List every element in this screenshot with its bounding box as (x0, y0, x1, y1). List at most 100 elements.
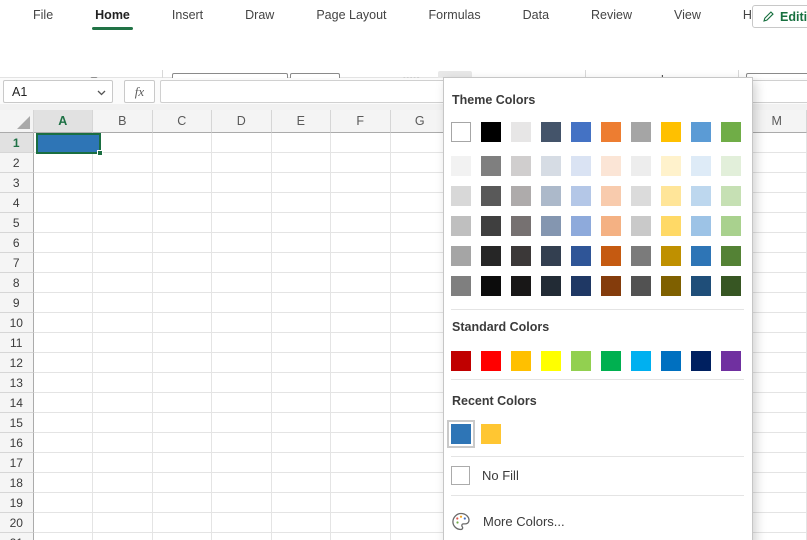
cell-g2[interactable] (391, 153, 451, 173)
cell-b15[interactable] (93, 413, 153, 433)
cell-c5[interactable] (153, 213, 213, 233)
cell-b6[interactable] (93, 233, 153, 253)
cell-d18[interactable] (212, 473, 272, 493)
cell-c9[interactable] (153, 293, 213, 313)
cell-e3[interactable] (272, 173, 332, 193)
cell-f6[interactable] (331, 233, 391, 253)
cell-m14[interactable] (748, 393, 807, 413)
standard-color-swatch[interactable] (721, 351, 741, 371)
cell-b9[interactable] (93, 293, 153, 313)
cell-d4[interactable] (212, 193, 272, 213)
cell-b14[interactable] (93, 393, 153, 413)
theme-tint-swatch[interactable] (721, 156, 741, 176)
theme-tint-swatch[interactable] (451, 156, 471, 176)
cell-b13[interactable] (93, 373, 153, 393)
theme-tint-swatch[interactable] (601, 246, 621, 266)
theme-color-swatch[interactable] (511, 122, 531, 142)
column-header-e[interactable]: E (272, 110, 332, 133)
cell-a10[interactable] (34, 313, 94, 333)
cell-m4[interactable] (748, 193, 807, 213)
theme-color-swatch[interactable] (481, 122, 501, 142)
cell-e15[interactable] (272, 413, 332, 433)
theme-tint-swatch[interactable] (541, 186, 561, 206)
cell-f19[interactable] (331, 493, 391, 513)
theme-tint-swatch[interactable] (571, 156, 591, 176)
cell-g3[interactable] (391, 173, 451, 193)
cell-g15[interactable] (391, 413, 451, 433)
cell-d11[interactable] (212, 333, 272, 353)
theme-tint-swatch[interactable] (661, 216, 681, 236)
cell-b8[interactable] (93, 273, 153, 293)
theme-tint-swatch[interactable] (631, 246, 651, 266)
cell-c6[interactable] (153, 233, 213, 253)
row-header-16[interactable]: 16 (0, 433, 34, 453)
cell-g13[interactable] (391, 373, 451, 393)
menu-tab-view[interactable]: View (653, 0, 722, 30)
fill-handle[interactable] (97, 150, 103, 156)
cell-g19[interactable] (391, 493, 451, 513)
cell-b2[interactable] (93, 153, 153, 173)
row-header-21[interactable]: 21 (0, 533, 34, 540)
editing-mode-button[interactable]: Editing (752, 5, 807, 28)
cell-c18[interactable] (153, 473, 213, 493)
cell-m20[interactable] (748, 513, 807, 533)
cell-m6[interactable] (748, 233, 807, 253)
standard-color-swatch[interactable] (451, 351, 471, 371)
theme-tint-swatch[interactable] (631, 276, 651, 296)
cell-g9[interactable] (391, 293, 451, 313)
cell-f14[interactable] (331, 393, 391, 413)
theme-tint-swatch[interactable] (661, 276, 681, 296)
cell-m17[interactable] (748, 453, 807, 473)
cell-c20[interactable] (153, 513, 213, 533)
column-header-d[interactable]: D (212, 110, 272, 133)
theme-tint-swatch[interactable] (541, 156, 561, 176)
cell-f21[interactable] (331, 533, 391, 540)
cell-g1[interactable] (391, 133, 451, 153)
cell-e8[interactable] (272, 273, 332, 293)
cell-a8[interactable] (34, 273, 94, 293)
menu-tab-page-layout[interactable]: Page Layout (295, 0, 407, 30)
theme-tint-swatch[interactable] (721, 276, 741, 296)
cell-b16[interactable] (93, 433, 153, 453)
row-header-11[interactable]: 11 (0, 333, 34, 353)
cell-m10[interactable] (748, 313, 807, 333)
cell-a4[interactable] (34, 193, 94, 213)
cell-d19[interactable] (212, 493, 272, 513)
row-header-13[interactable]: 13 (0, 373, 34, 393)
cell-e10[interactable] (272, 313, 332, 333)
row-header-4[interactable]: 4 (0, 193, 34, 213)
cell-b12[interactable] (93, 353, 153, 373)
cell-a17[interactable] (34, 453, 94, 473)
theme-tint-swatch[interactable] (481, 216, 501, 236)
theme-tint-swatch[interactable] (451, 216, 471, 236)
cell-a2[interactable] (34, 153, 94, 173)
cell-g6[interactable] (391, 233, 451, 253)
insert-function-button[interactable]: fx (124, 80, 155, 103)
theme-tint-swatch[interactable] (451, 276, 471, 296)
theme-color-swatch[interactable] (571, 122, 591, 142)
cell-e12[interactable] (272, 353, 332, 373)
row-header-17[interactable]: 17 (0, 453, 34, 473)
cell-d5[interactable] (212, 213, 272, 233)
cell-f9[interactable] (331, 293, 391, 313)
theme-tint-swatch[interactable] (481, 186, 501, 206)
cell-f4[interactable] (331, 193, 391, 213)
cell-b17[interactable] (93, 453, 153, 473)
cell-a7[interactable] (34, 253, 94, 273)
cell-f20[interactable] (331, 513, 391, 533)
cell-g10[interactable] (391, 313, 451, 333)
cell-e21[interactable] (272, 533, 332, 540)
cell-f2[interactable] (331, 153, 391, 173)
standard-color-swatch[interactable] (691, 351, 711, 371)
cell-a3[interactable] (34, 173, 94, 193)
cell-d1[interactable] (212, 133, 272, 153)
cell-a15[interactable] (34, 413, 94, 433)
cell-d13[interactable] (212, 373, 272, 393)
cell-c8[interactable] (153, 273, 213, 293)
theme-tint-swatch[interactable] (451, 246, 471, 266)
menu-tab-data[interactable]: Data (502, 0, 570, 30)
column-header-a[interactable]: A (34, 110, 94, 133)
cell-g11[interactable] (391, 333, 451, 353)
cell-c16[interactable] (153, 433, 213, 453)
cell-d7[interactable] (212, 253, 272, 273)
